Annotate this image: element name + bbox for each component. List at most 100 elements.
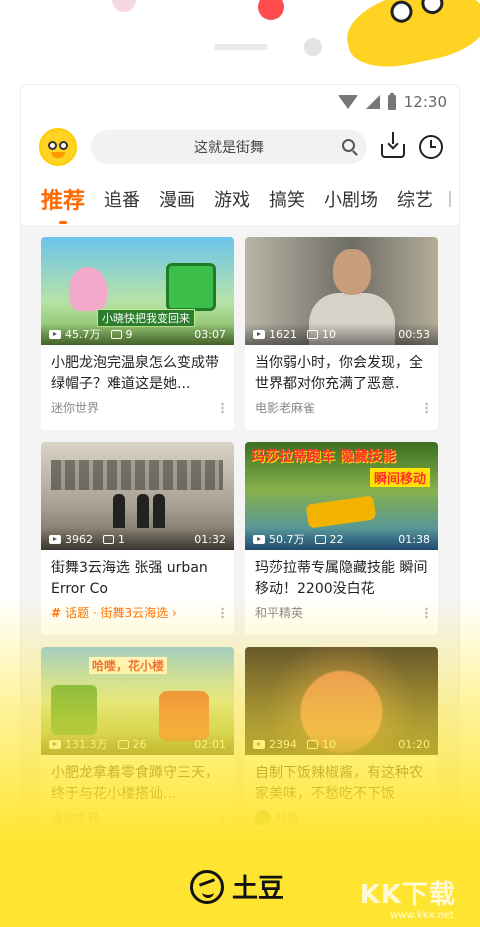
video-title[interactable]: 小肥龙泡完温泉怎么变成带绿帽子？难道这是她... (41, 345, 234, 403)
video-title[interactable]: 街舞3云海选 张强 urban Error Co (41, 550, 234, 608)
video-card[interactable]: 3962 1 01:32 街舞3云海选 张强 urban Error Co # … (41, 442, 234, 635)
wifi-icon (337, 95, 358, 109)
video-thumbnail[interactable]: 哈喽，花小楼 131.3万 26 02:01 (41, 647, 234, 755)
comment-icon (307, 329, 318, 339)
video-title[interactable]: 当你弱小时，你会发现，全世界都对你充满了恶意. (245, 345, 438, 403)
video-card[interactable]: 玛莎拉蒂跑车 隐藏技能 瞬间移动 50.7万 22 01:38 玛莎拉蒂专属隐藏… (245, 442, 438, 635)
video-thumbnail[interactable]: 玛莎拉蒂跑车 隐藏技能 瞬间移动 50.7万 22 01:38 (245, 442, 438, 550)
channel-name[interactable]: 村意 (275, 809, 299, 826)
thumbnail-background (51, 460, 223, 490)
topic-link[interactable]: 话题 · 街舞3云海选 › (65, 604, 177, 621)
history-icon[interactable] (419, 135, 443, 159)
download-icon[interactable] (381, 132, 405, 158)
user-avatar[interactable] (39, 128, 77, 166)
search-placeholder: 这就是街舞 (194, 140, 264, 156)
video-stats: 1621 10 00:53 (245, 323, 438, 345)
tab-mini-theater[interactable]: 小剧场 (324, 186, 378, 212)
mascot-illustration (340, 0, 480, 76)
play-count-icon (49, 739, 61, 749)
tab-more-indicator[interactable] (449, 191, 451, 207)
more-options-icon[interactable] (221, 811, 224, 824)
avatar-eye (59, 141, 68, 150)
promo-banner (0, 0, 480, 84)
video-title[interactable]: 玛莎拉蒂专属隐藏技能 瞬间移动！2200没白花 (245, 550, 438, 608)
comment-count: 10 (322, 737, 336, 751)
video-card[interactable]: 哈喽，花小楼 131.3万 26 02:01 小肥龙拿着零食蹲守三天，终于与花小… (41, 647, 234, 840)
video-title[interactable]: 自制下饭辣椒酱，有这种农家美味，不愁吃不下饭 (245, 755, 438, 813)
channel-avatar[interactable] (255, 809, 271, 826)
avatar-mouth (51, 152, 65, 158)
watermark-url: www.kkx.net (390, 910, 454, 921)
thumbnail-person (153, 494, 165, 528)
brand-name: 土豆 (232, 874, 285, 904)
comment-icon (117, 739, 129, 749)
play-count-icon (253, 739, 265, 749)
phone-screen: 12:30 这就是街舞 推荐 追番 漫画 游戏 搞笑 小剧场 综艺 小晓快把我变… (20, 84, 460, 927)
comment-icon (314, 534, 326, 544)
video-meta: 村意 (255, 809, 428, 826)
video-card[interactable]: 2394 10 01:20 自制下饭辣椒酱，有这种农家美味，不愁吃不下饭 村意 (245, 647, 438, 840)
comment-icon (103, 534, 114, 544)
status-bar: 12:30 (21, 85, 459, 119)
thumbnail-caption: 哈喽，花小楼 (89, 657, 168, 674)
more-options-icon[interactable] (425, 811, 428, 824)
more-options-icon[interactable] (425, 401, 428, 414)
view-count: 131.3万 (65, 738, 108, 751)
video-stats: 2394 10 01:20 (245, 733, 438, 755)
thumbnail-person (333, 249, 371, 295)
search-icon (342, 139, 355, 152)
thumbnail-caption: 瞬间移动 (369, 468, 430, 487)
comment-icon (110, 329, 122, 339)
video-meta: # 话题 · 街舞3云海选 › (51, 604, 224, 621)
video-thumbnail[interactable]: 1621 10 00:53 (245, 237, 438, 345)
channel-name[interactable]: 迷你世界 (51, 399, 99, 416)
video-card[interactable]: 1621 10 00:53 当你弱小时，你会发现，全世界都对你充满了恶意. 电影… (245, 237, 438, 430)
video-duration: 03:07 (194, 327, 226, 341)
video-stats: 3962 1 01:32 (41, 528, 234, 550)
channel-name[interactable]: 电影老麻雀 (255, 399, 315, 416)
thumbnail-person (137, 494, 149, 528)
more-options-icon[interactable] (221, 606, 224, 619)
thumbnail-person (113, 494, 125, 528)
decoration-dot (304, 38, 322, 56)
tab-comics[interactable]: 漫画 (159, 186, 195, 212)
comment-count: 1 (118, 532, 125, 546)
thumbnail-caption: 玛莎拉蒂跑车 隐藏技能 (251, 449, 396, 465)
video-thumbnail[interactable]: 2394 10 01:20 (245, 647, 438, 755)
video-stats: 45.7万 9 03:07 (41, 323, 234, 345)
topic-hash-icon: # (51, 605, 62, 620)
status-time: 12:30 (403, 93, 447, 111)
video-thumbnail[interactable]: 3962 1 01:32 (41, 442, 234, 550)
thumbnail-character (69, 267, 107, 311)
mascot-eye (419, 0, 446, 17)
video-card[interactable]: 小晓快把我变回来 45.7万 9 03:07 小肥龙泡完温泉怎么变成带绿帽子？难… (41, 237, 234, 430)
channel-name[interactable]: 和平精英 (255, 604, 303, 621)
channel-name[interactable]: 迷你世界 (51, 809, 99, 826)
category-tabs: 推荐 追番 漫画 游戏 搞笑 小剧场 综艺 (21, 177, 459, 224)
thumbnail-car (305, 495, 377, 529)
search-bar[interactable]: 这就是街舞 (91, 130, 367, 164)
tab-recommend[interactable]: 推荐 (41, 183, 85, 224)
video-stats: 50.7万 22 01:38 (245, 528, 438, 550)
tab-funny[interactable]: 搞笑 (269, 186, 305, 212)
signal-icon (365, 95, 380, 109)
video-duration: 01:20 (398, 737, 430, 751)
tab-variety[interactable]: 综艺 (397, 186, 433, 212)
brand-footer: 土豆 (190, 868, 284, 905)
more-options-icon[interactable] (221, 401, 224, 414)
battery-icon (387, 92, 396, 110)
tab-games[interactable]: 游戏 (214, 186, 250, 212)
tab-anime[interactable]: 追番 (104, 186, 140, 212)
video-title[interactable]: 小肥龙拿着零食蹲守三天，终于与花小楼搭讪... (41, 755, 234, 813)
video-stats: 131.3万 26 02:01 (41, 733, 234, 755)
decoration-dot (112, 0, 136, 12)
video-thumbnail[interactable]: 小晓快把我变回来 45.7万 9 03:07 (41, 237, 234, 345)
app-header: 这就是街舞 (21, 123, 459, 171)
mascot-tag-icon (258, 0, 284, 20)
view-count: 2394 (269, 737, 297, 751)
comment-count: 26 (132, 737, 147, 751)
play-count-icon (253, 329, 265, 339)
play-count-icon (49, 534, 61, 544)
more-options-icon[interactable] (425, 606, 428, 619)
play-count-icon (253, 534, 265, 544)
